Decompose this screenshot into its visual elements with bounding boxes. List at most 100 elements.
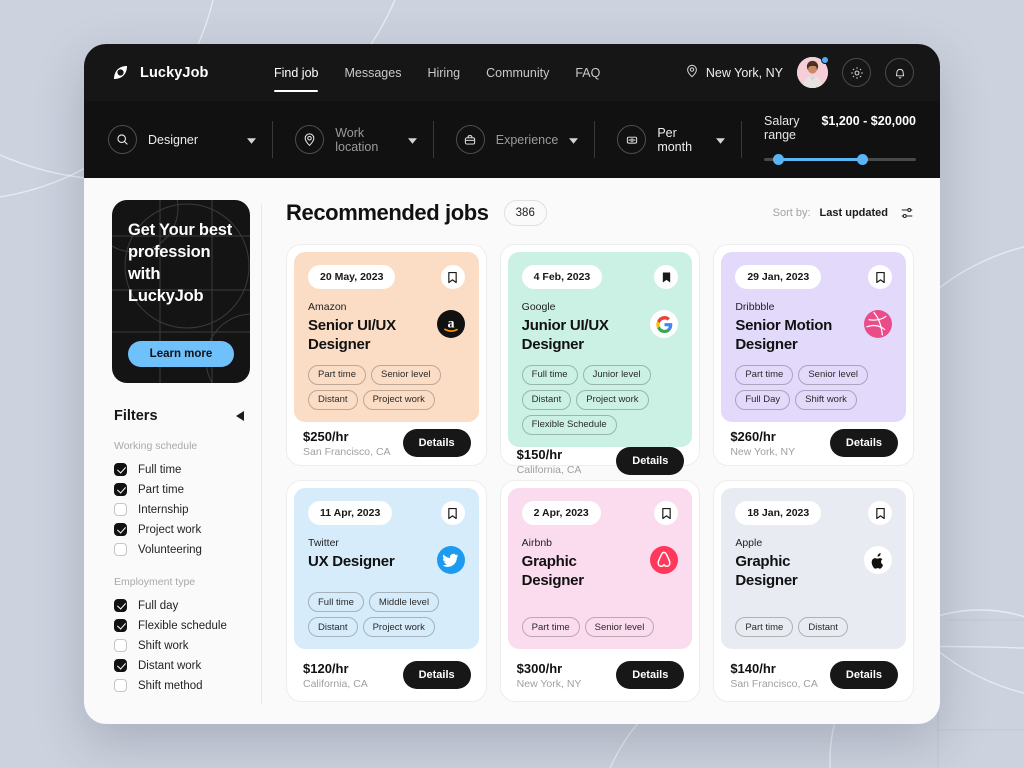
- job-tag: Distant: [308, 389, 358, 410]
- filter-option-volunteering[interactable]: Volunteering: [112, 543, 250, 556]
- job-card[interactable]: 18 Jan, 2023 Apple Graphic Designer Part…: [713, 480, 914, 702]
- bookmark-icon[interactable]: [868, 501, 892, 525]
- promo-title: Get Your best profession with LuckyJob: [128, 221, 233, 305]
- job-search-filter-bar: Designer Work location Experience Per mo…: [84, 101, 940, 178]
- details-button[interactable]: Details: [616, 661, 685, 689]
- job-tag: Full time: [521, 364, 578, 385]
- filter-option-internship[interactable]: Internship: [112, 503, 250, 516]
- nav-item-messages[interactable]: Messages: [344, 44, 401, 101]
- sliders-icon[interactable]: [900, 206, 914, 220]
- filter-option-flexible-schedule[interactable]: Flexible schedule: [112, 619, 250, 632]
- filter-option-shift-method[interactable]: Shift method: [112, 679, 250, 692]
- bookmark-icon[interactable]: [654, 501, 679, 525]
- experience-field[interactable]: Experience: [434, 125, 595, 154]
- job-tags: Part time Senior level Distant Project w…: [308, 355, 465, 410]
- details-button[interactable]: Details: [829, 429, 898, 458]
- location-label: New York, NY: [705, 65, 783, 80]
- location-selector[interactable]: New York, NY: [685, 64, 783, 81]
- nav-item-find-job[interactable]: Find job: [274, 44, 319, 101]
- job-location: New York, NY: [730, 445, 796, 458]
- job-tag: Senior level: [798, 364, 868, 385]
- slider-knob-max[interactable]: [856, 154, 868, 165]
- filter-option-label: Project work: [138, 523, 202, 536]
- details-button[interactable]: Details: [402, 661, 471, 689]
- pay-period-field[interactable]: Per month: [595, 125, 741, 154]
- filter-option-label: Volunteering: [138, 543, 202, 556]
- job-company: Airbnb: [521, 537, 553, 549]
- slider-knob-min[interactable]: [773, 154, 785, 165]
- wallet-icon: [617, 125, 647, 154]
- filter-option-full-day[interactable]: Full day: [112, 599, 250, 612]
- job-card[interactable]: 4 Feb, 2023 Google Junior UI/UX Designer: [499, 244, 701, 476]
- job-tag: Distant: [308, 617, 358, 637]
- page-title: Recommended jobs: [286, 200, 489, 225]
- location-pin-icon: [685, 64, 699, 81]
- keyword-value: Designer: [148, 132, 199, 147]
- filter-option-label: Full time: [138, 463, 182, 476]
- checkbox-icon[interactable]: [114, 523, 127, 536]
- details-button[interactable]: Details: [402, 429, 471, 458]
- experience-value: Experience: [495, 132, 559, 147]
- chevron-left-icon[interactable]: [236, 411, 244, 421]
- nav-item-faq[interactable]: FAQ: [575, 44, 600, 101]
- job-tag: Flexible Schedule: [521, 414, 617, 435]
- bookmark-icon[interactable]: [654, 265, 679, 289]
- work-location-field[interactable]: Work location: [273, 125, 433, 154]
- salary-range-value: $1,200 - $20,000: [821, 114, 916, 128]
- job-card[interactable]: 29 Jan, 2023 Dribbble Senior Motion Desi…: [713, 244, 914, 466]
- nav-item-hiring[interactable]: Hiring: [427, 44, 460, 101]
- job-card[interactable]: 11 Apr, 2023 Twitter UX Designer Full ti…: [286, 480, 487, 702]
- bookmark-icon[interactable]: [440, 501, 465, 525]
- filter-option-project-work[interactable]: Project work: [112, 523, 250, 536]
- bookmark-icon[interactable]: [440, 265, 465, 289]
- nav-item-community[interactable]: Community: [486, 44, 549, 101]
- job-card-body: 4 Feb, 2023 Google Junior UI/UX Designer: [507, 252, 693, 447]
- filter-option-part-time[interactable]: Part time: [112, 483, 250, 496]
- filter-option-shift-work[interactable]: Shift work: [112, 639, 250, 652]
- job-card-footer: $150/hr California, CA Details: [508, 447, 693, 476]
- bell-icon[interactable]: [885, 58, 914, 87]
- checkbox-icon[interactable]: [114, 483, 127, 496]
- details-button[interactable]: Details: [829, 661, 898, 689]
- learn-more-button[interactable]: Learn more: [128, 341, 234, 367]
- checkbox-icon[interactable]: [114, 659, 127, 672]
- job-tag: Part time: [735, 364, 794, 385]
- checkbox-icon[interactable]: [114, 599, 127, 612]
- briefcase-icon: [455, 125, 485, 154]
- job-date: 11 Apr, 2023: [308, 501, 393, 525]
- job-card-body: 2 Apr, 2023 Airbnb Graphic Designer Part…: [507, 488, 693, 649]
- job-cards-grid: 20 May, 2023 Amazon Senior UI/UX Designe…: [286, 244, 914, 702]
- salary-range-slider[interactable]: [764, 154, 916, 165]
- content-area: Get Your best profession with LuckyJob L…: [84, 178, 940, 724]
- filter-group-label-working-schedule: Working schedule: [114, 440, 198, 452]
- filter-option-full-time[interactable]: Full time: [112, 463, 250, 476]
- checkbox-icon[interactable]: [114, 463, 127, 476]
- job-rate: $300/hr: [516, 660, 563, 676]
- checkbox-icon[interactable]: [114, 543, 127, 556]
- filter-option-distant-work[interactable]: Distant work: [112, 659, 250, 672]
- promo-card[interactable]: Get Your best profession with LuckyJob L…: [112, 200, 250, 383]
- job-title: UX Designer: [308, 553, 395, 570]
- filter-option-label: Shift method: [138, 679, 203, 692]
- job-card[interactable]: 2 Apr, 2023 Airbnb Graphic Designer Part…: [499, 480, 701, 702]
- keyword-search-field[interactable]: Designer: [108, 125, 272, 154]
- details-button[interactable]: Details: [616, 447, 685, 475]
- checkbox-icon[interactable]: [114, 503, 127, 516]
- avatar[interactable]: [797, 56, 829, 88]
- checkbox-icon[interactable]: [114, 679, 127, 692]
- sort-control[interactable]: Sort by: Last updated: [773, 206, 914, 220]
- job-title: Junior UI/UX Designer: [521, 317, 609, 353]
- gear-icon[interactable]: [842, 58, 871, 87]
- job-card[interactable]: 20 May, 2023 Amazon Senior UI/UX Designe…: [286, 244, 487, 466]
- job-tag: Junior level: [582, 364, 651, 385]
- checkbox-icon[interactable]: [114, 639, 127, 652]
- bookmark-icon[interactable]: [868, 265, 892, 289]
- job-company: Dribbble: [735, 301, 775, 313]
- chevron-down-icon: [716, 131, 726, 149]
- location-pin-icon: [295, 125, 325, 154]
- checkbox-icon[interactable]: [114, 619, 127, 632]
- svg-text:a: a: [447, 317, 454, 332]
- job-tag: Project work: [362, 389, 435, 410]
- brand-logo[interactable]: LuckyJob: [110, 62, 260, 83]
- filter-option-label: Shift work: [138, 639, 189, 652]
